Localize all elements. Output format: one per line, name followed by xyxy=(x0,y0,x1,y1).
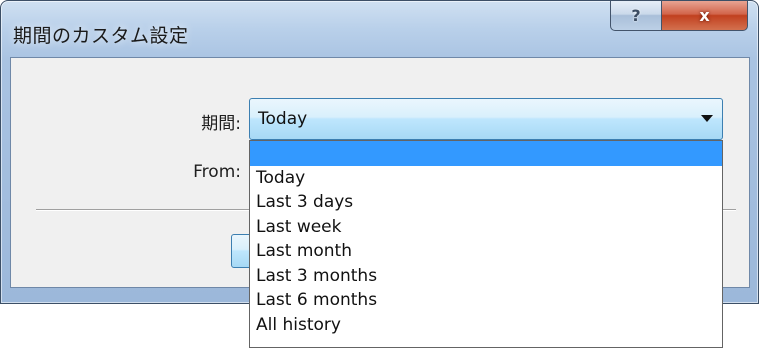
dropdown-option[interactable]: Last 3 days xyxy=(250,190,722,215)
dropdown-option[interactable]: Last month xyxy=(250,239,722,264)
close-button[interactable]: x xyxy=(662,1,748,31)
dropdown-option[interactable] xyxy=(250,141,722,166)
dropdown-option[interactable]: Today xyxy=(250,166,722,191)
help-button[interactable]: ? xyxy=(610,1,662,31)
period-label: 期間: xyxy=(201,114,241,134)
period-dropdown-list[interactable]: Today Last 3 days Last week Last month Last … xyxy=(249,140,723,348)
chevron-down-icon[interactable] xyxy=(701,115,713,122)
question-mark-icon: ? xyxy=(631,6,641,25)
from-label: From: xyxy=(193,162,241,182)
period-select-value: Today xyxy=(258,109,308,129)
dropdown-option[interactable]: Last 6 months xyxy=(250,288,722,313)
screen: 期間のカスタム設定 ? x 期間: From: Today Today Last … xyxy=(0,0,761,350)
period-select[interactable]: Today xyxy=(249,98,723,140)
dropdown-option[interactable]: Last 3 months xyxy=(250,264,722,289)
window-title: 期間のカスタム設定 xyxy=(13,25,189,47)
caption-buttons: ? x xyxy=(610,1,748,33)
dropdown-option[interactable]: Last week xyxy=(250,215,722,240)
close-icon: x xyxy=(699,6,710,25)
title-bar[interactable]: 期間のカスタム設定 ? x xyxy=(1,1,758,57)
dropdown-option[interactable]: All history xyxy=(250,313,722,338)
